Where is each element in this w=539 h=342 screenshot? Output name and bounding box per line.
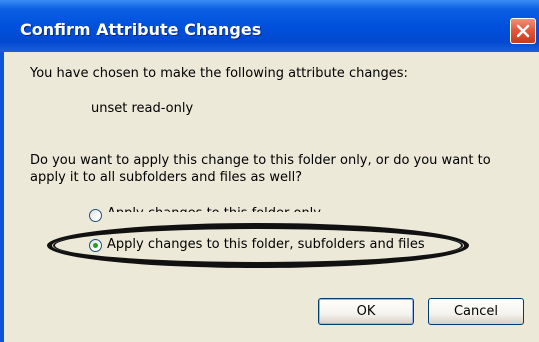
close-button[interactable] — [510, 18, 536, 44]
dialog-title: Confirm Attribute Changes — [20, 20, 262, 39]
radio-folder-only[interactable] — [89, 209, 102, 222]
close-icon — [516, 24, 530, 38]
ok-button[interactable]: OK — [318, 298, 414, 325]
question-line-2: apply it to all subfolders and files as … — [30, 170, 303, 185]
question-line-1: Do you want to apply this change to this… — [30, 153, 491, 168]
intro-text: You have chosen to make the following at… — [30, 66, 408, 81]
radio-folder-subfolders-files-label[interactable]: Apply changes to this folder, subfolders… — [107, 237, 457, 252]
window-border — [0, 52, 4, 342]
title-bar[interactable]: Confirm Attribute Changes — [0, 0, 539, 52]
confirm-attribute-changes-dialog: Confirm Attribute Changes You have chose… — [0, 0, 539, 342]
radio-folder-subfolders-files[interactable] — [89, 239, 102, 252]
cancel-button[interactable]: Cancel — [428, 298, 524, 325]
change-text: unset read-only — [91, 101, 194, 116]
radio-selected-dot — [93, 243, 98, 248]
occluded-area — [106, 212, 331, 223]
